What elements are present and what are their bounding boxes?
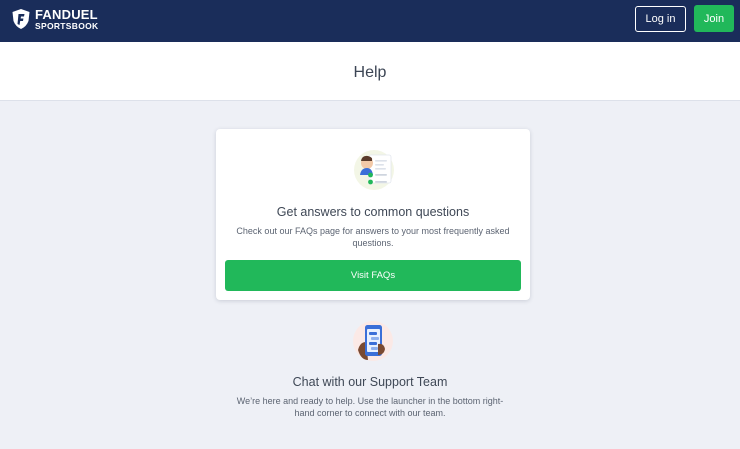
faq-card: Get answers to common questions Check ou… <box>216 129 530 300</box>
faq-heading: Get answers to common questions <box>276 205 470 219</box>
chat-illustration-icon <box>352 320 394 367</box>
logo-subtitle: SPORTSBOOK <box>35 21 99 31</box>
logo-wordmark: FANDUEL <box>35 7 98 22</box>
top-navbar: FANDUEL SPORTSBOOK Log in Join <box>0 0 740 42</box>
faq-illustration-icon <box>353 149 395 196</box>
faq-description: Check out our FAQs page for answers to y… <box>236 226 510 248</box>
chat-description: We’re here and ready to help. Use the la… <box>236 396 504 418</box>
shield-logo-icon <box>12 9 30 30</box>
join-button[interactable]: Join <box>694 5 734 32</box>
title-bar: Help <box>0 42 740 101</box>
fanduel-logo[interactable]: FANDUEL SPORTSBOOK <box>11 8 98 31</box>
login-button[interactable]: Log in <box>635 6 686 32</box>
page-title: Help <box>353 64 387 81</box>
visit-faqs-button[interactable]: Visit FAQs <box>225 260 521 291</box>
chat-heading: Chat with our Support Team <box>292 375 448 389</box>
